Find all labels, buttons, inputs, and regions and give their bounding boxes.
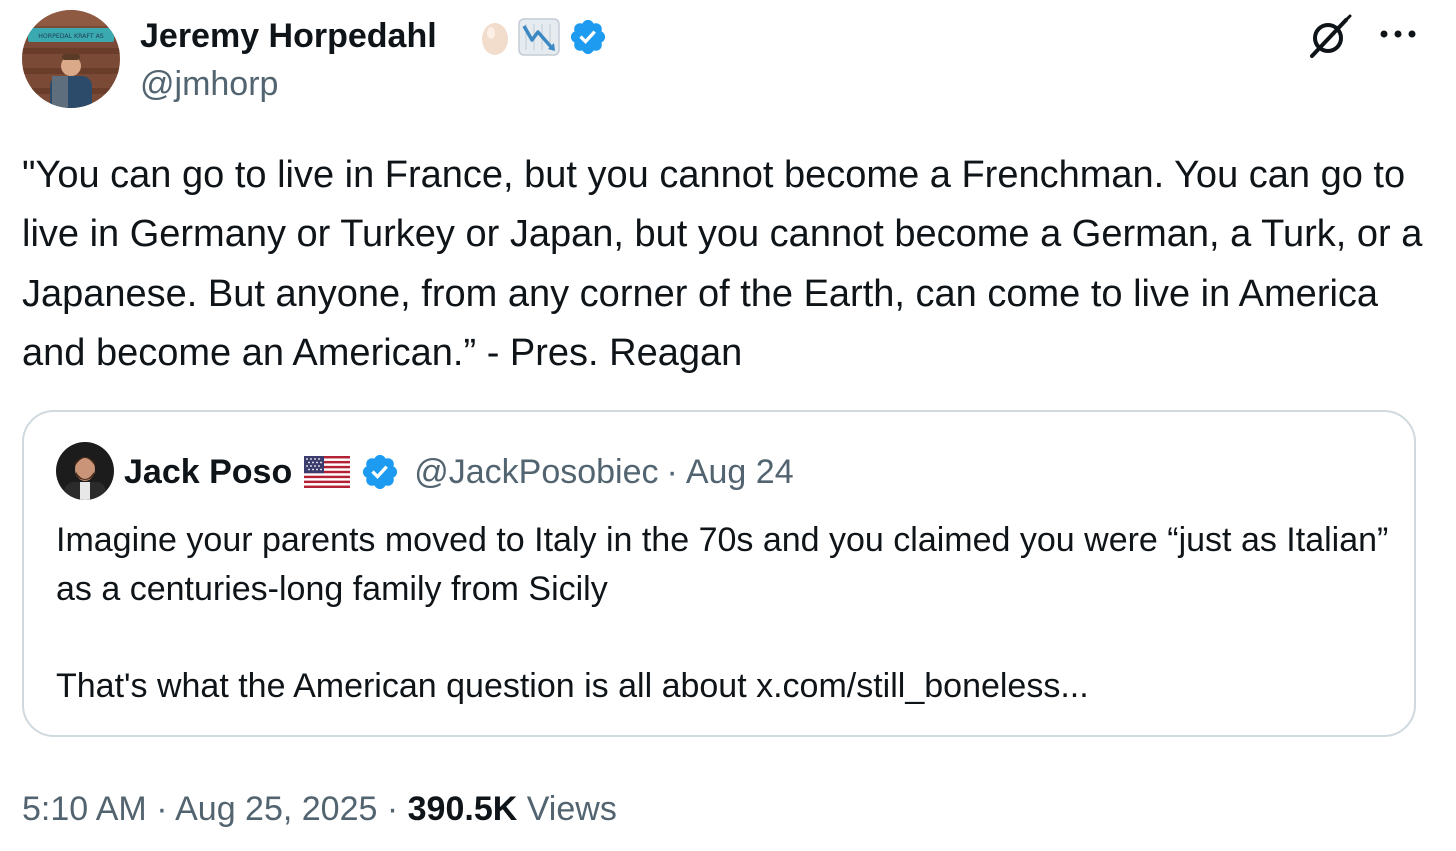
verified-badge-icon[interactable] (568, 17, 608, 57)
quoted-tweet-text: Imagine your parents moved to Italy in t… (56, 521, 1398, 608)
egg-emoji-icon (482, 23, 508, 55)
tweet-time[interactable]: 5:10 AM (22, 790, 147, 828)
meta-separator: · (156, 790, 168, 828)
avatar-banner-text: HORPEDAL KRAFT AS (38, 33, 104, 40)
tweet-date[interactable]: Aug 25, 2025 (175, 790, 377, 828)
quoted-author-handle[interactable]: @JackPosobiec (414, 450, 658, 494)
tweet-meta: 5:10 AM · Aug 25, 2025 · 390.5K Views (22, 786, 617, 832)
chart-decreasing-icon (518, 18, 560, 56)
quoted-author-name[interactable]: Jack Poso (124, 450, 292, 494)
author-name[interactable]: Jeremy Horpedahl (140, 14, 437, 58)
views-count: 390.5K (407, 790, 518, 828)
tweet-text: "You can go to live in France, but you c… (22, 154, 1433, 374)
quoted-date[interactable]: Aug 24 (686, 450, 794, 494)
quoted-tweet-card[interactable]: Jack Poso @JackPosobiec · Aug 24 Imagine… (22, 410, 1416, 737)
verified-badge-icon[interactable] (360, 452, 400, 492)
author-handle[interactable]: @jmhorp (140, 62, 278, 106)
grok-icon[interactable] (1306, 14, 1352, 60)
quoted-author-avatar[interactable] (56, 442, 114, 500)
quoted-tweet-header: Jack Poso @JackPosobiec · Aug 24 (124, 448, 794, 496)
quoted-separator: · (666, 453, 678, 491)
quoted-tweet-text-2: That's what the American question is all… (56, 667, 1089, 705)
us-flag-icon (304, 456, 351, 488)
author-avatar[interactable]: HORPEDAL KRAFT AS (22, 10, 120, 108)
more-options-icon[interactable] (1376, 22, 1420, 46)
author-badges (480, 17, 608, 57)
views-label: Views (526, 790, 617, 828)
meta-separator: · (386, 790, 399, 828)
